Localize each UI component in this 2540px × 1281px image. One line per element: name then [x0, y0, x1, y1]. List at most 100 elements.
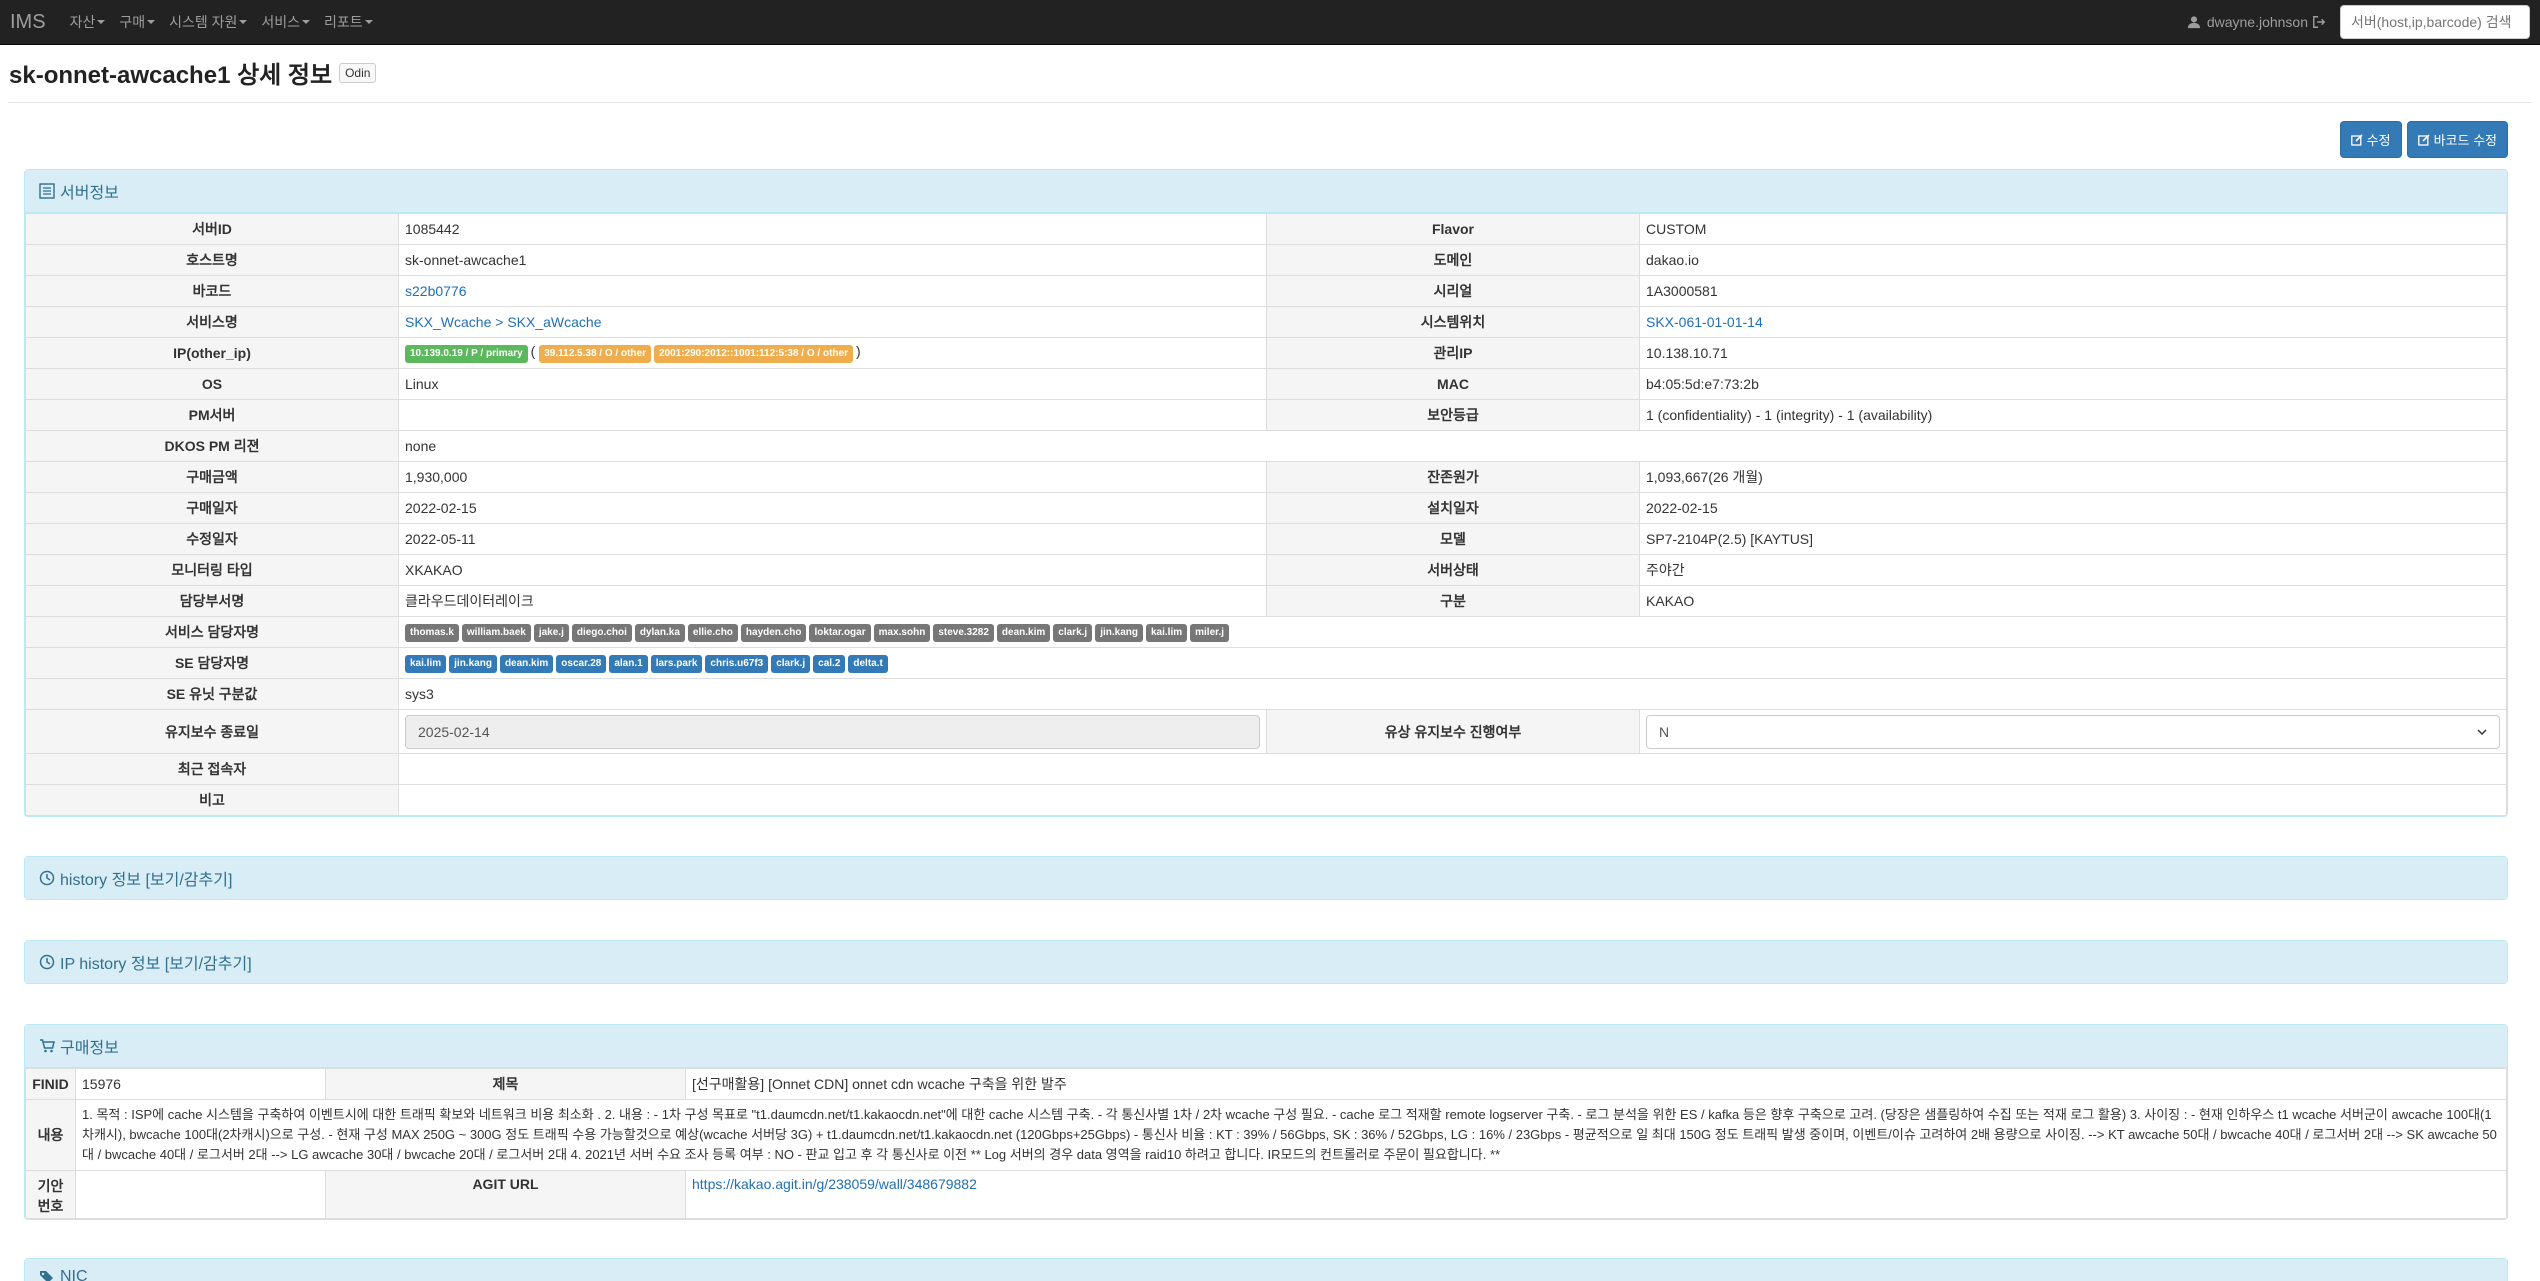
value-content: 1. 목적 : ISP에 cache 시스템을 구축하여 이벤트시에 대한 트래… — [75, 1099, 2507, 1171]
se-tag: chris.u67f3 — [705, 655, 769, 673]
location-link[interactable]: SKX-061-01-01-14 — [1646, 314, 1763, 330]
caret-down-icon — [239, 20, 248, 24]
table-row: PM서버 보안등급 1 (confidentiality) - 1 (integ… — [25, 399, 2507, 431]
username: dwayne.johnson — [2206, 14, 2308, 30]
label-se-owners: SE 담당자명 — [25, 647, 399, 679]
value-install-date: 2022-02-15 — [1639, 492, 2507, 524]
table-row: 호스트명 sk-onnet-awcache1 도메인 dakao.io — [25, 244, 2507, 276]
label-flavor: Flavor — [1266, 213, 1640, 245]
edit-icon — [2417, 133, 2430, 146]
se-tag: jin.kang — [449, 655, 497, 673]
label-title: 제목 — [325, 1068, 686, 1100]
label-os: OS — [25, 368, 399, 400]
se-tag: kai.lim — [405, 655, 447, 673]
value-finid: 15976 — [75, 1068, 326, 1100]
owner-tag: dylan.ka — [634, 624, 685, 642]
maint-end-date-field[interactable]: 2025-02-14 — [405, 714, 1260, 749]
value-os: Linux — [398, 368, 1267, 400]
nic-heading: NIC — [25, 1259, 2507, 1281]
clock-icon — [39, 954, 55, 970]
label-pm: PM서버 — [25, 399, 399, 431]
value-mgmt-ip: 10.138.10.71 — [1639, 337, 2507, 369]
label-maint-end: 유지보수 종료일 — [25, 709, 399, 754]
table-row: 최근 접속자 — [25, 753, 2507, 785]
label-finid: FINID — [25, 1068, 76, 1100]
label-se-unit: SE 유닛 구분값 — [25, 678, 399, 710]
edit-button[interactable]: 수정 — [2339, 121, 2402, 158]
value-domain: dakao.io — [1639, 244, 2507, 276]
value-pm — [398, 399, 1267, 431]
page-title: sk-onnet-awcache1 상세 정보 — [9, 62, 333, 89]
agit-url-link[interactable]: https://kakao.agit.in/g/238059/wall/3486… — [692, 1176, 977, 1192]
label-agit: AGIT URL — [325, 1170, 686, 1219]
main-menu: 자산 구매 시스템 자원 서비스 리포트 — [70, 12, 387, 32]
menu-purchase[interactable]: 구매 — [119, 12, 156, 32]
owner-tag: steve.3282 — [933, 624, 994, 642]
table-row: 구매일자 2022-02-15 설치일자 2022-02-15 — [25, 492, 2507, 524]
caret-down-icon — [97, 20, 106, 24]
value-dkos: none — [398, 430, 2507, 462]
label-svc-owners: 서비스 담당자명 — [25, 616, 399, 648]
se-tag: delta.t — [848, 655, 888, 673]
table-row: 구매금액 1,930,000 잔존원가 1,093,667(26 개월) — [25, 461, 2507, 493]
label-barcode: 바코드 — [25, 275, 399, 307]
se-tag: clark.j — [771, 655, 811, 673]
source-badge: Odin — [339, 62, 377, 83]
history-toggle[interactable]: history 정보 [보기/감추기] — [25, 857, 2507, 899]
table-row: 서버ID 1085442 Flavor CUSTOM — [25, 213, 2507, 245]
service-link[interactable]: SKX_Wcache > SKX_aWcache — [405, 314, 602, 330]
menu-asset[interactable]: 자산 — [70, 12, 106, 32]
history-panel: history 정보 [보기/감추기] — [24, 856, 2508, 900]
value-last-access — [398, 753, 2507, 785]
nav-right: dwayne.johnson — [2187, 5, 2530, 39]
table-row: 수정일자 2022-05-11 모델 SP7-2104P(2.5) [KAYTU… — [25, 523, 2507, 555]
cart-icon — [40, 1039, 55, 1053]
value-dept: 클라우드데이터레이크 — [398, 585, 1267, 617]
se-owner-tags: kai.lim jin.kang dean.kim oscar.28 alan.1 lar… — [398, 647, 2507, 679]
ip-other-tag: 39.112.5.38 / O / other — [539, 345, 651, 363]
table-row: DKOS PM 리젼 none — [25, 430, 2507, 462]
label-mgmt-ip: 관리IP — [1266, 337, 1640, 369]
label-dept: 담당부서명 — [25, 585, 399, 617]
action-buttons: 수정 바코드 수정 — [0, 103, 2540, 158]
menu-system-resource[interactable]: 시스템 자원 — [169, 12, 248, 32]
value-doc-no — [75, 1170, 326, 1219]
value-security: 1 (confidentiality) - 1 (integrity) - 1 … — [1639, 399, 2507, 431]
user-menu[interactable]: dwayne.johnson — [2187, 14, 2326, 30]
logout-icon[interactable] — [2312, 15, 2326, 29]
paren-close: ) — [855, 343, 861, 359]
value-server-id: 1085442 — [398, 213, 1267, 245]
value-mac: b4:05:5d:e7:73:2b — [1639, 368, 2507, 400]
value-monitor: XKAKAO — [398, 554, 1267, 586]
label-category: 구분 — [1266, 585, 1640, 617]
tags-icon — [40, 1271, 53, 1281]
value-purchase-date: 2022-02-15 — [398, 492, 1267, 524]
label-residual: 잔존원가 — [1266, 461, 1640, 493]
purchase-table: FINID 15976 제목 [선구매활용] [Onnet CDN] onnet… — [25, 1068, 2507, 1219]
table-row: FINID 15976 제목 [선구매활용] [Onnet CDN] onnet… — [25, 1068, 2507, 1100]
table-row: SE 유닛 구분값 sys3 — [25, 678, 2507, 710]
top-navbar: IMS 자산 구매 시스템 자원 서비스 리포트 dwayne.johnson — [0, 0, 2540, 45]
caret-down-icon — [302, 20, 311, 24]
barcode-edit-button[interactable]: 바코드 수정 — [2406, 121, 2508, 158]
table-row: SE 담당자명 kai.lim jin.kang dean.kim oscar.28 a… — [25, 647, 2507, 679]
ip-history-toggle[interactable]: IP history 정보 [보기/감추기] — [25, 941, 2507, 983]
brand-logo[interactable]: IMS — [10, 11, 46, 34]
search-input[interactable] — [2340, 5, 2530, 39]
label-status: 서버상태 — [1266, 554, 1640, 586]
label-modified-date: 수정일자 — [25, 523, 399, 555]
menu-service[interactable]: 서비스 — [261, 12, 311, 32]
value-note — [398, 784, 2507, 816]
label-dkos: DKOS PM 리젼 — [25, 430, 399, 462]
caret-down-icon — [364, 20, 373, 24]
table-row: 담당부서명 클라우드데이터레이크 구분 KAKAO — [25, 585, 2507, 617]
svc-owner-tags: thomas.k william.baek jake.j diego.choi dyla… — [398, 616, 2507, 648]
barcode-link[interactable]: s22b0776 — [405, 283, 467, 299]
ip-other-tag: 2001:290:2012::1001:112:5:38 / O / other — [653, 345, 853, 363]
paid-maint-select[interactable]: N — [1646, 714, 2500, 749]
owner-tag: max.sohn — [873, 624, 931, 642]
menu-report[interactable]: 리포트 — [324, 12, 373, 32]
value-ip: 10.139.0.19 / P / primary( 39.112.5.38 /… — [398, 337, 1267, 369]
owner-tag: dean.kim — [996, 624, 1051, 642]
table-row: 모니터링 타입 XKAKAO 서버상태 주야간 — [25, 554, 2507, 586]
